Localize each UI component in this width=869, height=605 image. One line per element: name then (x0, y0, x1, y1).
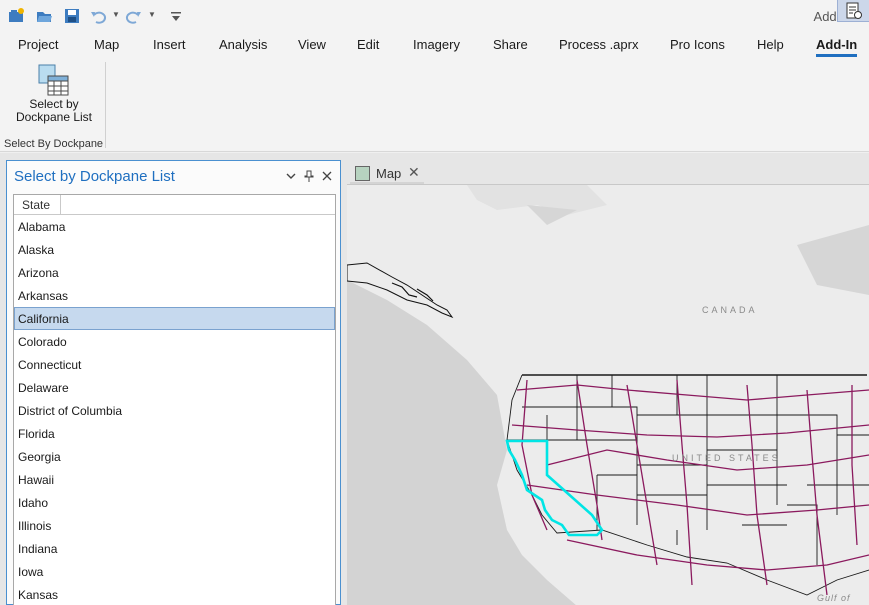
undo-dropdown-icon[interactable]: ▼ (112, 10, 120, 19)
tab-map-view[interactable]: Map ✕ (350, 162, 424, 184)
list-item-selected[interactable]: California (14, 307, 335, 330)
tab-map[interactable]: Map (94, 37, 119, 52)
list-item[interactable]: Illinois (14, 514, 335, 537)
list-item[interactable]: Delaware (14, 376, 335, 399)
list-item[interactable]: Kansas (14, 583, 335, 605)
close-icon[interactable] (320, 169, 334, 183)
list-item[interactable]: Georgia (14, 445, 335, 468)
ribbon-group-separator (105, 62, 106, 148)
tab-insert[interactable]: Insert (153, 37, 186, 52)
list-item[interactable]: Indiana (14, 537, 335, 560)
tab-edit[interactable]: Edit (357, 37, 379, 52)
state-list[interactable]: State Alabama Alaska Arizona Arkansas Ca… (13, 194, 336, 605)
customize-icon[interactable] (166, 6, 186, 26)
undo-icon[interactable] (88, 6, 108, 26)
workspace: Select by Dockpane List State Alabama Al… (0, 153, 869, 605)
new-project-icon[interactable] (6, 6, 26, 26)
column-header-state[interactable]: State (14, 195, 61, 214)
tab-process-aprx[interactable]: Process .aprx (559, 37, 638, 52)
ribbon-tabs: Project Map Insert Analysis View Edit Im… (0, 32, 869, 60)
select-by-dockpane-list-pane: Select by Dockpane List State Alabama Al… (6, 160, 341, 605)
united-states-label: UNITED STATES (672, 453, 781, 463)
ribbon-body: Select by Dockpane List Select By Dockpa… (0, 60, 869, 152)
tab-project[interactable]: Project (18, 37, 58, 52)
select-by-list-icon (36, 62, 72, 98)
list-item[interactable]: Florida (14, 422, 335, 445)
gulf-label: Gulf of (817, 593, 851, 603)
tab-help[interactable]: Help (757, 37, 784, 52)
close-map-tab-icon[interactable]: ✕ (408, 164, 420, 181)
list-item[interactable]: Arkansas (14, 284, 335, 307)
map-icon (355, 166, 370, 181)
tab-pro-icons[interactable]: Pro Icons (670, 37, 725, 52)
pin-icon[interactable] (302, 169, 316, 183)
list-item[interactable]: District of Columbia (14, 399, 335, 422)
options-chevron-icon[interactable] (284, 169, 298, 183)
list-item[interactable]: Colorado (14, 330, 335, 353)
list-item[interactable]: Alabama (14, 215, 335, 238)
canada-label: CANADA (702, 305, 758, 315)
open-project-icon[interactable] (34, 6, 54, 26)
list-item[interactable]: Iowa (14, 560, 335, 583)
redo-dropdown-icon[interactable]: ▼ (148, 10, 156, 19)
list-item[interactable]: Connecticut (14, 353, 335, 376)
map-drawing (347, 185, 869, 605)
list-item[interactable]: Arizona (14, 261, 335, 284)
quick-access-toolbar: ▼ ▼ Add- (0, 0, 869, 32)
list-header: State (14, 195, 335, 215)
map-view: Map ✕ CANADA UNITED STATES Gulf of (347, 160, 869, 605)
list-item[interactable]: Alaska (14, 238, 335, 261)
dockpane-title: Select by Dockpane List (14, 168, 175, 185)
addin-settings-icon[interactable] (837, 0, 869, 22)
map-tab-label: Map (376, 166, 402, 181)
select-by-dockpane-list-button[interactable]: Select by Dockpane List (8, 62, 100, 126)
tab-view[interactable]: View (298, 37, 326, 52)
redo-icon[interactable] (124, 6, 144, 26)
tab-analysis[interactable]: Analysis (219, 37, 267, 52)
save-project-icon[interactable] (62, 6, 82, 26)
map-canvas[interactable]: CANADA UNITED STATES Gulf of (347, 184, 869, 605)
tab-share[interactable]: Share (493, 37, 528, 52)
list-item[interactable]: Hawaii (14, 468, 335, 491)
select-by-label-line2: Dockpane List (15, 110, 93, 124)
tab-add-in[interactable]: Add-In (816, 37, 858, 57)
list-item[interactable]: Idaho (14, 491, 335, 514)
ribbon-group-label: Select By Dockpane (4, 138, 104, 150)
tab-imagery[interactable]: Imagery (413, 37, 460, 52)
